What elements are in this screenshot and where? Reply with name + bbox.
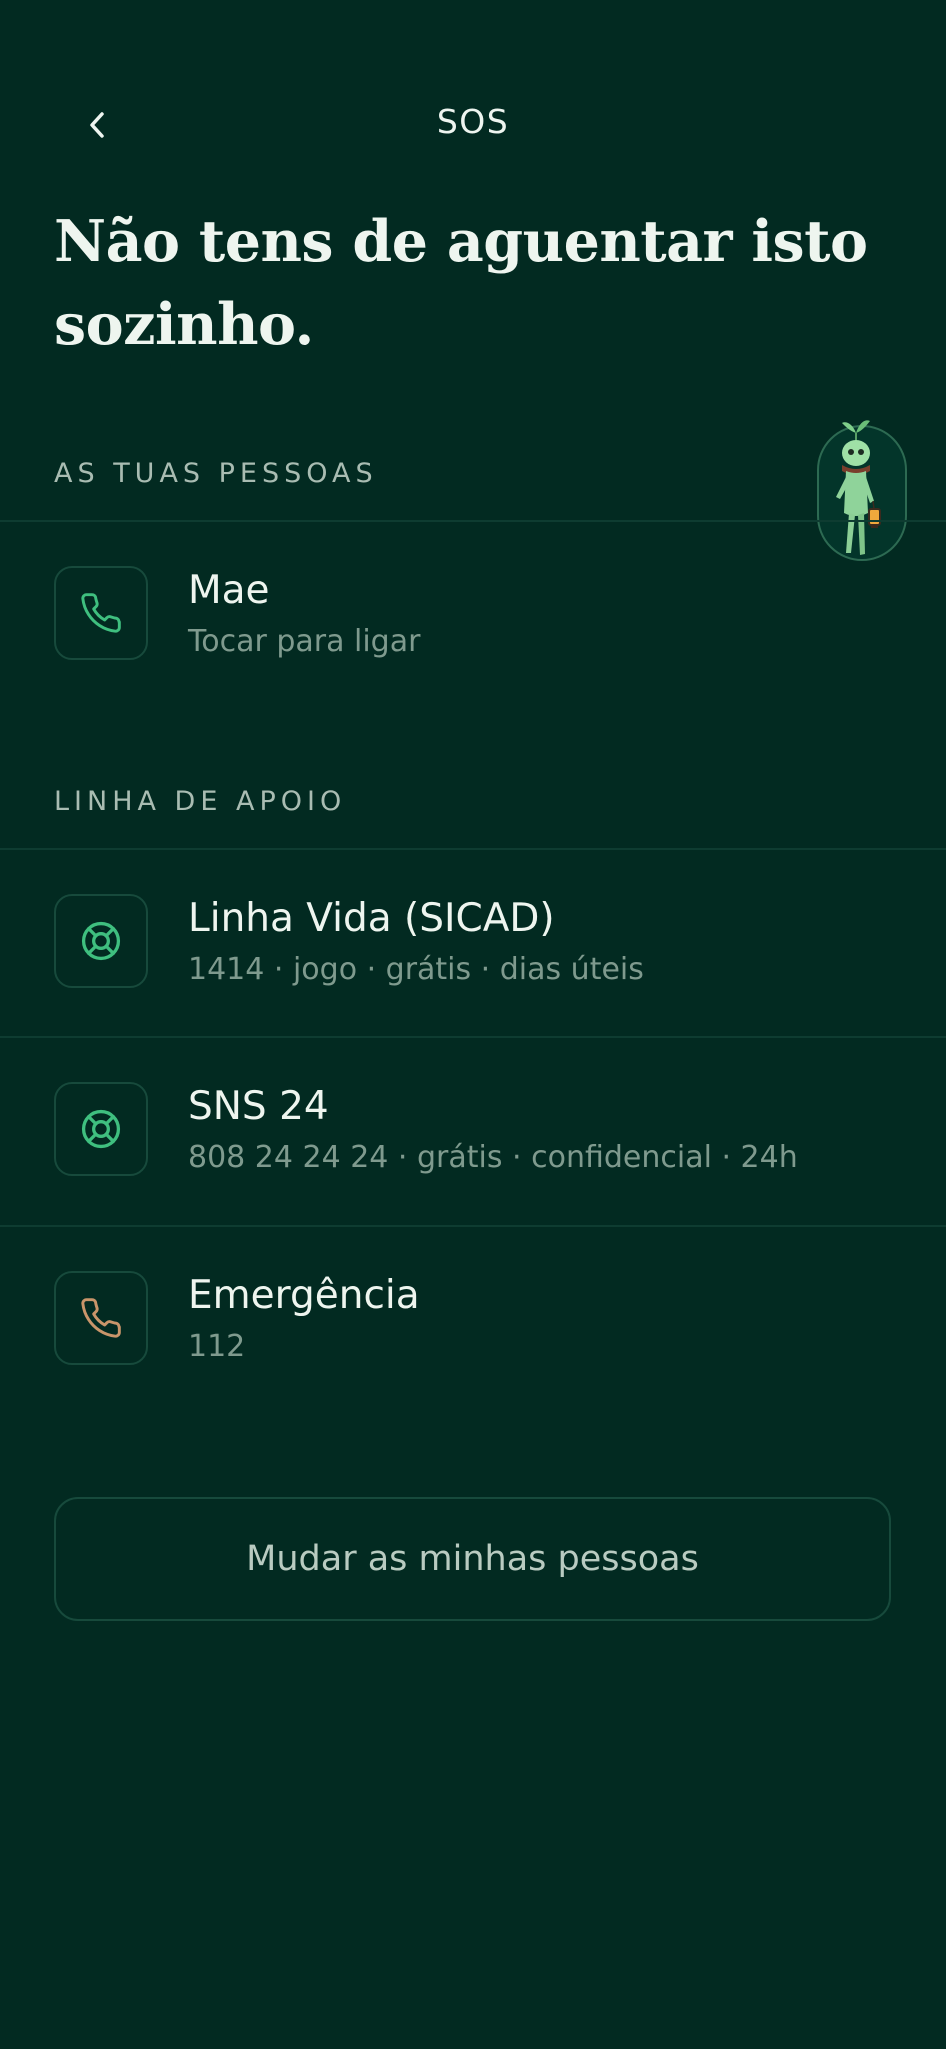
support-line-subtitle: 808 24 24 24 · grátis · confidencial · 2… bbox=[188, 1140, 798, 1175]
change-people-button[interactable]: Mudar as minhas pessoas bbox=[54, 1497, 891, 1621]
phone-icon bbox=[81, 1298, 121, 1338]
support-row-sns24[interactable]: SNS 24 808 24 24 24 · grátis · confidenc… bbox=[0, 1038, 946, 1223]
support-line-name: Emergência bbox=[188, 1273, 420, 1318]
section-label-people: AS TUAS PESSOAS bbox=[54, 458, 378, 489]
support-line-subtitle: 1414 · jogo · grátis · dias úteis bbox=[188, 952, 644, 987]
lifebuoy-icon bbox=[81, 1109, 121, 1149]
support-line-subtitle: 112 bbox=[188, 1329, 246, 1364]
support-row-linha-vida[interactable]: Linha Vida (SICAD) 1414 · jogo · grátis … bbox=[0, 850, 946, 1035]
support-row-emergencia[interactable]: Emergência 112 bbox=[0, 1227, 946, 1412]
contact-subtitle: Tocar para ligar bbox=[188, 624, 421, 659]
support-icon-box bbox=[54, 1271, 148, 1365]
lifebuoy-icon bbox=[81, 921, 121, 961]
phone-icon bbox=[81, 593, 121, 633]
header: SOS Não tens de aguentar isto sozinho. bbox=[0, 0, 946, 358]
contact-icon-box bbox=[54, 566, 148, 660]
contact-name: Mae bbox=[188, 568, 270, 613]
section-label-support: LINHA DE APOIO bbox=[54, 786, 347, 817]
page-headline: Não tens de aguentar isto sozinho. bbox=[54, 200, 894, 366]
headline-line-2: sozinho. bbox=[54, 291, 314, 358]
support-icon-box bbox=[54, 1082, 148, 1176]
support-line-name: SNS 24 bbox=[188, 1084, 329, 1129]
support-line-name: Linha Vida (SICAD) bbox=[188, 896, 555, 941]
contact-row-mae[interactable]: Mae Tocar para ligar bbox=[0, 522, 946, 707]
headline-line-1: Não tens de aguentar isto bbox=[54, 208, 868, 275]
screen-title: SOS bbox=[436, 102, 510, 141]
support-icon-box bbox=[54, 894, 148, 988]
